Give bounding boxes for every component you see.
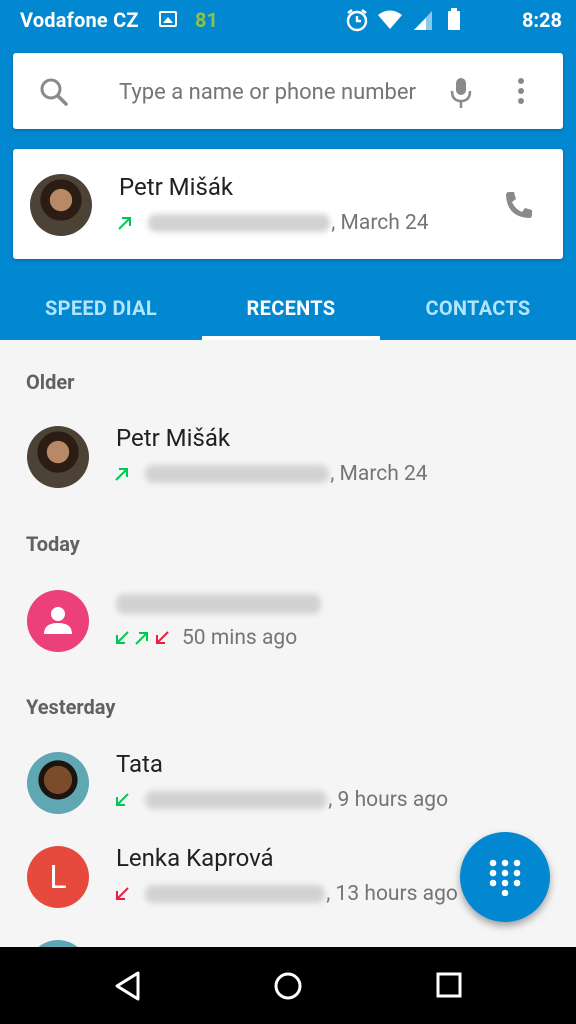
last-call-card[interactable]: Petr Mišák , March 24	[13, 149, 563, 259]
call-details: , 13 hours ago	[114, 882, 458, 906]
contact-avatar	[27, 426, 89, 488]
missed-call-icon	[156, 631, 169, 645]
call-time: , 13 hours ago	[326, 882, 458, 906]
incoming-call-icon	[116, 793, 129, 807]
call-time: 50 mins ago	[182, 626, 298, 650]
tab-contacts[interactable]: CONTACTS	[380, 280, 576, 340]
recents-icon[interactable]	[435, 971, 463, 1003]
call-details: , March 24	[114, 462, 428, 486]
contact-name: Petr Mišák	[119, 173, 234, 201]
search-icon[interactable]	[39, 77, 69, 107]
outgoing-call-icon	[135, 632, 148, 646]
incoming-call-icon	[116, 631, 129, 645]
redacted-caller-number	[116, 588, 322, 616]
search-bar[interactable]	[13, 53, 563, 129]
letter-avatar: L	[27, 846, 89, 908]
battery-icon	[448, 8, 460, 30]
wifi-icon	[378, 10, 402, 29]
tab-recents[interactable]: RECENTS	[202, 280, 380, 340]
status-icons	[344, 8, 494, 32]
notification-count: 81	[195, 8, 218, 32]
section-header-older: Older	[26, 370, 75, 394]
gallery-notification-icon	[159, 11, 177, 27]
navigation-bar	[0, 947, 576, 1024]
list-item[interactable]: 50 mins ago	[0, 580, 576, 660]
call-details: , March 24	[117, 211, 429, 235]
list-item[interactable]: Tata , 9 hours ago	[0, 742, 576, 822]
contact-name: Tata	[116, 750, 163, 778]
list-item[interactable]: Petr Mišák , March 24	[0, 416, 576, 496]
contact-name: Lenka Kaprová	[116, 844, 274, 872]
redacted-phone-number	[145, 465, 330, 484]
back-icon[interactable]	[114, 971, 142, 1005]
microphone-icon[interactable]	[449, 77, 473, 109]
carrier-name: Vodafone CZ	[20, 8, 139, 32]
contact-avatar	[27, 752, 89, 814]
clock: 8:28	[521, 8, 562, 32]
call-details: 50 mins ago	[114, 626, 297, 650]
call-details: , 9 hours ago	[114, 788, 448, 812]
tab-bar: SPEED DIAL RECENTS CONTACTS	[0, 280, 576, 340]
search-input[interactable]	[117, 75, 441, 109]
contact-name: Petr Mišák	[116, 424, 231, 452]
section-header-yesterday: Yesterday	[26, 695, 116, 719]
tab-speed-dial[interactable]: SPEED DIAL	[0, 280, 202, 340]
dialpad-icon	[489, 859, 521, 896]
call-date: , March 24	[331, 211, 429, 235]
dialer-header: Petr Mišák , March 24 SPEED DIAL RECENTS…	[0, 40, 576, 340]
home-icon[interactable]	[273, 971, 303, 1005]
section-header-today: Today	[26, 532, 80, 556]
call-time: , March 24	[330, 462, 428, 486]
status-bar: Vodafone CZ 81 8:28	[0, 0, 576, 40]
redacted-phone-number	[145, 791, 328, 810]
unknown-contact-avatar	[27, 590, 89, 652]
redacted-phone-number	[148, 214, 331, 233]
call-time: , 9 hours ago	[328, 788, 449, 812]
dialpad-button[interactable]	[460, 832, 550, 922]
outgoing-call-icon	[118, 217, 131, 231]
outgoing-call-icon	[115, 468, 128, 482]
alarm-icon	[346, 9, 368, 32]
person-icon	[44, 607, 72, 634]
phone-icon[interactable]	[503, 189, 535, 221]
more-vert-icon[interactable]	[515, 77, 527, 105]
redacted-phone-number	[145, 885, 326, 904]
missed-call-icon	[116, 887, 129, 901]
contact-avatar	[30, 174, 92, 236]
